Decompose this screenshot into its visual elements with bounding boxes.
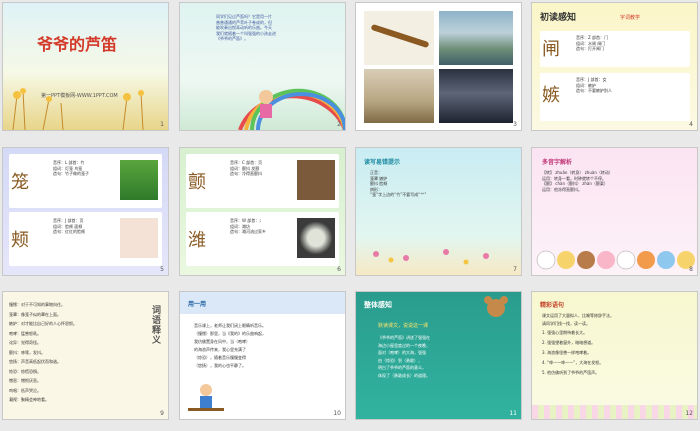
slide-4-label: 字词教学 (620, 15, 641, 21)
slide-thumbnail-8[interactable]: 多音字解析 【转】 zhuǎn（转身） zhuàn（转动） 运用：转身一看，时钟… (532, 148, 697, 275)
slide-11-title: 整体感知 (364, 301, 392, 309)
slide-number: 7 (513, 266, 517, 273)
slide-thumbnail-2[interactable]: 同学们见过芦笛吗？它是用一片 普普通通的芦苇叶子卷成的，但 能吹奏出悦耳动听的乐… (180, 3, 345, 130)
slide-number: 9 (160, 410, 164, 417)
slide-number: 10 (333, 410, 341, 417)
slide-11-body: 《爷爷的芦笛》讲述了强强在 海边小屋里度过的一个夜晚， 面对（咆哮）的大海，强强… (378, 335, 430, 378)
slide-thumbnail-1[interactable]: 爷爷的芦笛 第一PPT模板网-WWW.1PPT.COM 1 (3, 3, 168, 130)
slide-11-subtitle: 默读课文，说说这一课 (378, 323, 429, 329)
character-glyph: 潍 (188, 230, 206, 251)
character-glyph: 闸 (542, 39, 560, 60)
character-glyph: 颤 (188, 172, 206, 193)
reed-grass-illustration (12, 88, 144, 130)
bowl-photo (297, 218, 335, 258)
character-glyph: 嫉 (542, 85, 560, 106)
slide-8-body: 【转】 zhuǎn（转身） zhuàn（转动） 运用：转身一看，时钟就转个不停。… (542, 170, 613, 192)
slide-number: 12 (685, 410, 693, 417)
teddy-bear-illustration (484, 296, 508, 317)
slide-2-body-text: 同学们见过芦笛吗？它是用一片 普普通通的芦苇叶子卷成的，但 能吹奏出悦耳动听的乐… (216, 14, 276, 42)
slide-12-pattern (532, 405, 697, 419)
storm-sea-photo (439, 69, 513, 123)
character-glyph: 笼 (11, 172, 29, 193)
bamboo-flute-photo (364, 11, 434, 65)
boy-at-desk-illustration (188, 384, 224, 411)
slide-thumbnail-5[interactable]: 笼 音序：L 部首：竹 组词：灯笼 鸟笼 造句：竹子做的笼子 颊 音序：J 部首：页… (3, 148, 168, 275)
slide-12-title: 精彩语句 (540, 302, 565, 309)
slide-7-body: 正音： 笼罩 嫉妒 颤抖 脸颊 辨形： “笼”字上边的“竹”不要写成“艹” (370, 170, 427, 198)
slide-number: 2 (337, 121, 341, 128)
character-card-2: 颊 音序：J 部首：页 组词：脸颊 面颊 造句：红红的脸颊 (9, 212, 162, 266)
slide-number: 8 (689, 266, 693, 273)
slide-7-title: 读写易错提示 (364, 159, 401, 166)
slide-number: 3 (513, 121, 517, 128)
slide-1-title: 爷爷的芦笛 (37, 35, 118, 54)
slide-12-body: 课文运用了大量拟人、比喻等修辞手法， 请同学们找一找，读一读。 1. 强强心里期… (542, 313, 614, 375)
slide-number: 1 (160, 121, 164, 128)
rainbow-girl-illustration (238, 88, 345, 130)
slide-10-title: 用一用 (188, 301, 207, 308)
slide-thumbnail-3[interactable]: 3 (356, 3, 521, 130)
reeds-photo (364, 69, 434, 123)
slide-number: 11 (509, 410, 517, 417)
slide-10-body: 音乐课上，老师让我们闭上眼睛听音乐。 （憧憬）那里，当《我的》的乐曲响起， 我仿… (194, 323, 266, 368)
slide-thumbnail-6[interactable]: 颤 音序：C 部首：页 组词：颤抖 发颤 造句：冷得直颤抖 潍 音序：W 部首：氵组… (180, 148, 345, 275)
character-glyph: 颊 (11, 230, 29, 251)
slide-thumbnail-10[interactable]: 用一用 音乐课上，老师让我们闭上眼睛听音乐。 （憧憬）那里，当《我的》的乐曲响起… (180, 292, 345, 419)
character-card-2: 嫉 音序：J 部首：女 组词：嫉妒 造句：不要嫉妒别人 (540, 73, 690, 121)
bamboo-photo (120, 160, 158, 200)
slide-thumbnail-7[interactable]: 读写易错提示 正音： 笼罩 嫉妒 颤抖 脸颊 辨形： “笼”字上边的“竹”不要写… (356, 148, 521, 275)
face-photo (120, 218, 158, 258)
slide-number: 6 (337, 266, 341, 273)
slide-sorter-grid: 爷爷的芦笛 第一PPT模板网-WWW.1PPT.COM 1 同学们见过芦笛吗？它… (0, 0, 700, 431)
slide-number: 4 (689, 121, 693, 128)
lake-photo (439, 11, 513, 65)
slide-number: 5 (160, 266, 164, 273)
character-card-1: 闸 音序：Z 部首：门 组词：水闸 闸门 造句：打开闸门 (540, 31, 690, 67)
character-card-2: 潍 音序：W 部首：氵 组词：潍坊 造句：潍河流过家乡 (186, 212, 339, 266)
flowers-illustration (373, 249, 489, 265)
slide-8-title: 多音字解析 (542, 159, 573, 166)
character-card-1: 颤 音序：C 部首：页 组词：颤抖 发颤 造句：冷得直颤抖 (186, 154, 339, 208)
slide-9-body: 憧憬：对于不可知的事物向往。 笼罩：像笼子似的罩在上面。 嫉妒：对才能比自己好的… (9, 302, 77, 402)
slide-9-side-title: 词语释义 (152, 306, 162, 346)
slide-thumbnail-4[interactable]: 初读感知 字词教学 闸 音序：Z 部首：门 组词：水闸 闸门 造句：打开闸门 嫉 音… (532, 3, 697, 130)
slide-thumbnail-12[interactable]: 精彩语句 课文运用了大量拟人、比喻等修辞手法， 请同学们找一找，读一读。 1. … (532, 292, 697, 419)
hut-photo (297, 160, 335, 200)
character-card-1: 笼 音序：L 部首：竹 组词：灯笼 鸟笼 造句：竹子做的笼子 (9, 154, 162, 208)
slide-thumbnail-9[interactable]: 憧憬：对于不可知的事物向往。 笼罩：像笼子似的罩在上面。 嫉妒：对才能比自己好的… (3, 292, 168, 419)
slide-thumbnail-11[interactable]: 整体感知 默读课文，说说这一课 《爷爷的芦笛》讲述了强强在 海边小屋里度过的一个… (356, 292, 521, 419)
cartoon-characters-illustration (536, 250, 695, 270)
slide-4-title: 初读感知 (540, 13, 577, 23)
